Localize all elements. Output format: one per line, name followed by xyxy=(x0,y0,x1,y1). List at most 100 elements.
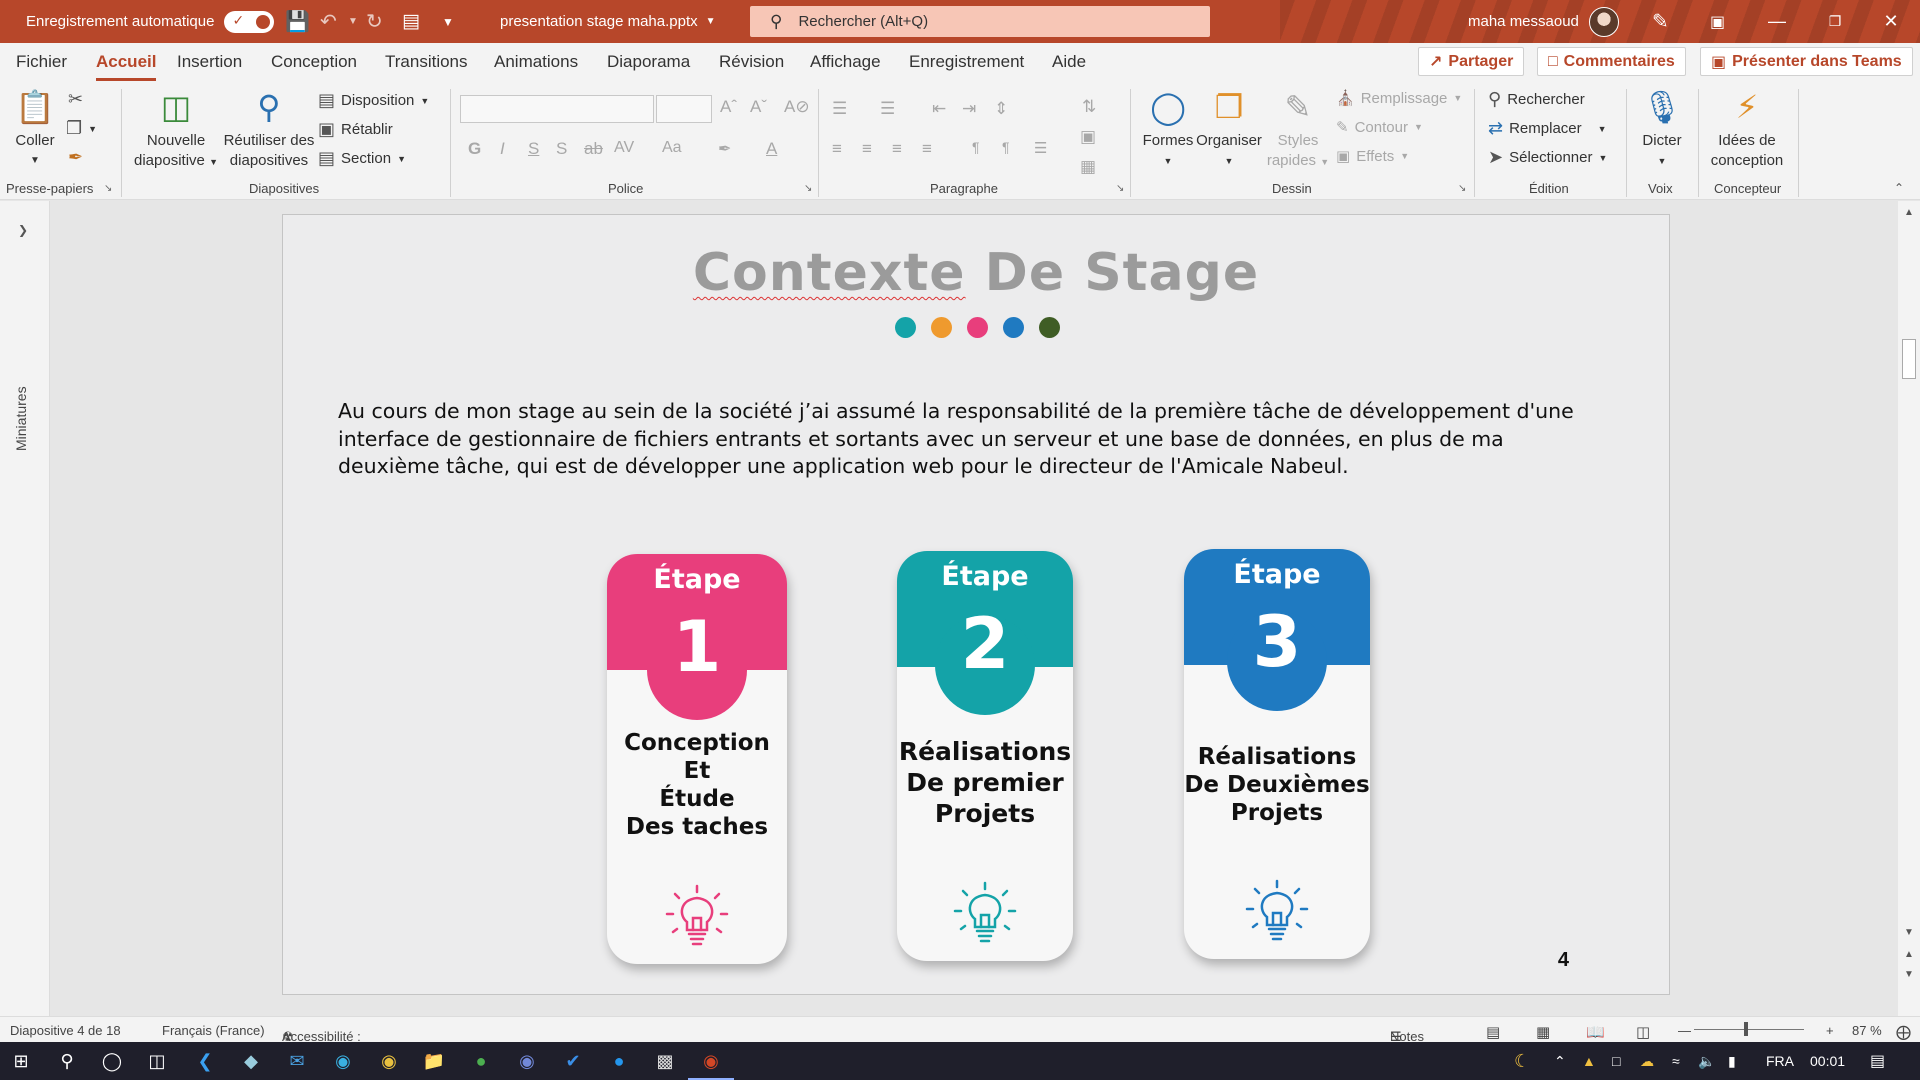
clock[interactable]: 00:01 xyxy=(1810,1053,1845,1069)
pen-icon[interactable]: ✎ xyxy=(1652,0,1669,43)
find-button[interactable]: ⚲ Rechercher xyxy=(1488,89,1585,110)
docker-icon[interactable]: ● xyxy=(606,1049,632,1073)
spotify-icon[interactable]: ● xyxy=(468,1049,494,1073)
zoom-slider[interactable] xyxy=(1694,1029,1804,1030)
increase-indent-icon[interactable]: ⇥ xyxy=(962,99,976,119)
dialog-launcher-icon[interactable]: ↘ xyxy=(104,183,112,194)
reading-view-icon[interactable]: 📖 xyxy=(1586,1023,1605,1041)
vertical-scrollbar[interactable]: ▲ ▼ ▲ ▼ xyxy=(1898,201,1920,1016)
scrollbar-thumb[interactable] xyxy=(1902,339,1916,379)
next-slide-icon[interactable]: ▼ xyxy=(1904,969,1914,980)
scroll-up-icon[interactable]: ▲ xyxy=(1904,207,1914,218)
shadow-icon[interactable]: S xyxy=(556,139,567,159)
arrange-button[interactable]: ❐ Organiser ▼ xyxy=(1194,87,1264,171)
share-button[interactable]: ↗ Partager xyxy=(1418,47,1525,76)
increase-font-icon[interactable]: Aˆ xyxy=(720,97,737,117)
wifi-icon[interactable]: ≈ xyxy=(1672,1053,1680,1069)
notifications-icon[interactable]: ▤ xyxy=(1870,1051,1885,1071)
decrease-indent-icon[interactable]: ⇤ xyxy=(932,99,946,119)
file-explorer-icon[interactable]: 📁 xyxy=(421,1049,447,1073)
tab-animations[interactable]: Animations xyxy=(494,52,578,72)
zoom-level[interactable]: 87 % xyxy=(1852,1023,1882,1038)
paste-button[interactable]: 📋 Coller ▼ xyxy=(12,87,58,171)
search-input[interactable]: ⚲ Rechercher (Alt+Q) xyxy=(750,6,1210,37)
previous-slide-icon[interactable]: ▲ xyxy=(1904,949,1914,960)
ribbon-display-icon[interactable]: ▣ xyxy=(1710,0,1725,43)
user-name[interactable]: maha messaoud xyxy=(1468,0,1579,43)
section-button[interactable]: ▤ Section ▼ xyxy=(318,148,406,169)
smartart-icon[interactable]: ▦ xyxy=(1080,157,1096,177)
zoom-slider-thumb[interactable] xyxy=(1744,1022,1748,1036)
tab-enregistrement[interactable]: Enregistrement xyxy=(909,52,1024,72)
tab-accueil[interactable]: Accueil xyxy=(96,52,157,81)
comments-button[interactable]: □ Commentaires xyxy=(1537,47,1686,76)
present-from-start-icon[interactable]: ▤ xyxy=(402,0,420,43)
text-direction-icon[interactable]: ¶ xyxy=(972,139,980,155)
customize-toolbar-icon[interactable]: ▼ xyxy=(442,0,454,43)
slide-sorter-icon[interactable]: ▦ xyxy=(1536,1023,1550,1041)
mail-icon[interactable]: ✉ xyxy=(284,1049,310,1073)
scroll-down-icon[interactable]: ▼ xyxy=(1904,927,1914,938)
vscode-icon[interactable]: ❮ xyxy=(192,1049,218,1073)
bold-icon[interactable]: G xyxy=(468,139,481,159)
cortana-icon[interactable]: ◯ xyxy=(99,1049,125,1073)
search-icon[interactable]: ⚲ xyxy=(54,1049,80,1073)
step-card-1[interactable]: Étape 1 Conception Et Étude Des taches xyxy=(607,554,787,964)
format-painter-button[interactable]: ✒ xyxy=(68,147,83,168)
normal-view-icon[interactable]: ▤ xyxy=(1486,1023,1500,1041)
columns-icon[interactable]: ☰ xyxy=(1034,139,1047,157)
effects-button[interactable]: ▣ Effets ▼ xyxy=(1336,147,1409,166)
step-card-2[interactable]: Étape 2 Réalisations De premier Projets xyxy=(897,551,1073,961)
rtl-icon[interactable]: ¶ xyxy=(1002,139,1010,155)
align-right-icon[interactable]: ≡ xyxy=(892,139,902,159)
italic-icon[interactable]: I xyxy=(500,139,505,159)
fit-to-window-icon[interactable]: ⨁ xyxy=(1896,1023,1911,1041)
tab-diaporama[interactable]: Diaporama xyxy=(607,52,690,72)
save-icon[interactable]: 💾 xyxy=(285,0,310,43)
decrease-font-icon[interactable]: Aˇ xyxy=(750,97,767,117)
quick-styles-button[interactable]: ✎ Styles rapides ▼ xyxy=(1264,87,1332,172)
clear-format-icon[interactable]: A⊘ xyxy=(784,97,810,117)
user-avatar-wrap[interactable] xyxy=(1589,0,1619,43)
new-slide-button[interactable]: ◫ Nouvelle diapositive ▼ xyxy=(128,87,224,172)
collapse-ribbon-icon[interactable]: ⌃ xyxy=(1894,181,1904,195)
fill-button[interactable]: ⛪ Remplissage ▼ xyxy=(1336,89,1462,108)
outline-button[interactable]: ✎ Contour ▼ xyxy=(1336,118,1423,137)
onedrive-icon[interactable]: ☁ xyxy=(1640,1053,1654,1070)
restore-button[interactable]: ❐ xyxy=(1806,0,1864,43)
undo-icon[interactable]: ↶ xyxy=(320,0,337,43)
minimize-button[interactable]: — xyxy=(1748,0,1806,43)
file-name-menu[interactable]: presentation stage maha.pptx ▼ xyxy=(500,0,716,43)
tab-insertion[interactable]: Insertion xyxy=(177,52,242,72)
app-icon[interactable]: ◆ xyxy=(238,1049,264,1073)
autosave-toggle[interactable]: Enregistrement automatique xyxy=(26,0,275,43)
zoom-out-icon[interactable]: — xyxy=(1678,1023,1691,1038)
powerpoint-icon[interactable]: ◉ xyxy=(688,1049,734,1080)
language-status[interactable]: Français (France) xyxy=(162,1023,265,1038)
present-in-teams-button[interactable]: ▣ Présenter dans Teams xyxy=(1700,47,1913,76)
step-card-3[interactable]: Étape 3 Réalisations De Deuxièmes Projet… xyxy=(1184,549,1370,959)
tab-transitions[interactable]: Transitions xyxy=(385,52,468,72)
align-center-icon[interactable]: ≡ xyxy=(862,139,872,159)
cut-button[interactable]: ✂ xyxy=(68,89,83,110)
intro-paragraph[interactable]: Au cours de mon stage au sein de la soci… xyxy=(338,398,1608,481)
phone-link-icon[interactable]: □ xyxy=(1612,1053,1620,1069)
slide-canvas[interactable]: Contexte De Stage Au cours de mon stage … xyxy=(282,214,1670,995)
align-left-icon[interactable]: ≡ xyxy=(832,139,842,159)
close-button[interactable]: ✕ xyxy=(1862,0,1920,43)
spacing-icon[interactable]: AV xyxy=(614,139,634,157)
slide-title[interactable]: Contexte De Stage xyxy=(283,243,1669,303)
tab-aide[interactable]: Aide xyxy=(1052,52,1086,72)
align-text-icon[interactable]: ▣ xyxy=(1080,127,1096,147)
bullets-icon[interactable]: ☰ xyxy=(832,99,847,119)
volume-icon[interactable]: 🔈 xyxy=(1698,1053,1715,1070)
tab-conception[interactable]: Conception xyxy=(271,52,357,72)
battery-icon[interactable]: ▮ xyxy=(1728,1053,1736,1070)
underline-icon[interactable]: S xyxy=(528,139,539,159)
edge-icon[interactable]: ◉ xyxy=(330,1049,356,1073)
avatar[interactable] xyxy=(1589,6,1619,37)
autosave-switch[interactable] xyxy=(224,10,275,33)
tab-fichier[interactable]: Fichier xyxy=(16,52,67,72)
copy-button[interactable]: ❐ ▼ xyxy=(66,118,97,139)
windows-start-icon[interactable]: ⊞ xyxy=(8,1049,34,1073)
